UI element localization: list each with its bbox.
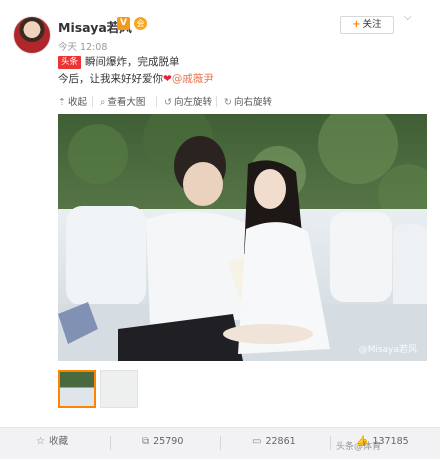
view-large-button[interactable]: ⌕ 查看大图 <box>100 94 145 108</box>
comment-button[interactable]: ▭ 22861 <box>252 428 296 459</box>
rotate-left-label: 向左旋转 <box>173 97 212 108</box>
divider <box>216 96 217 107</box>
post-photo[interactable]: @Misaya若风 <box>58 114 427 361</box>
media-toolbar: ⇡ 收起 ⌕ 查看大图 ↺ 向左旋转 ↻ 向右旋转 <box>58 94 428 112</box>
photo-illustration <box>58 114 427 361</box>
post-text-line-2: 今后，让我来好好爱你❤@戚薇尹 <box>58 71 214 86</box>
collapse-icon: ⇡ <box>58 97 66 108</box>
corner-watermark: 头条@体育 <box>336 442 382 452</box>
divider <box>330 436 331 450</box>
post-text-2: 今后，让我来好好爱你 <box>58 73 163 85</box>
favorite-button[interactable]: ☆ 收藏 <box>36 428 68 459</box>
photo-watermark: @Misaya若风 <box>358 345 417 355</box>
magnifier-icon: ⌕ <box>100 97 106 108</box>
chevron-down-icon[interactable]: ⌵ <box>404 12 412 23</box>
divider <box>92 96 93 107</box>
divider <box>220 436 221 450</box>
avatar[interactable] <box>13 16 51 54</box>
rotate-right-label: 向右旋转 <box>233 97 272 108</box>
heart-icon: ❤ <box>163 73 172 85</box>
thumbnail-1[interactable] <box>58 370 96 408</box>
comment-icon: ▭ <box>252 436 262 447</box>
post-timestamp[interactable]: 今天 12:08 <box>58 39 107 53</box>
rotate-right-button[interactable]: ↻ 向右旋转 <box>224 94 272 108</box>
post-text-1: 瞬间爆炸，完成脱单 <box>85 56 180 68</box>
rotate-left-icon: ↺ <box>164 97 172 108</box>
member-icon: 会 <box>134 17 147 30</box>
follow-label: 关注 <box>362 19 382 30</box>
comment-count: 22861 <box>265 436 296 447</box>
repost-count: 25790 <box>153 436 184 447</box>
favorite-label: 收藏 <box>48 436 68 447</box>
divider <box>156 96 157 107</box>
post-text-line-1: 头条 瞬间爆炸，完成脱单 <box>58 54 180 69</box>
repost-icon: ⧉ <box>142 436 150 447</box>
weibo-post-card: Misaya若风 V 会 今天 12:08 + 关注 ⌵ 头条 瞬间爆炸，完成脱单 … <box>0 0 440 459</box>
view-large-label: 查看大图 <box>107 97 146 108</box>
toutiao-tag[interactable]: 头条 <box>58 56 82 69</box>
star-icon: ☆ <box>36 436 45 447</box>
follow-button[interactable]: + 关注 <box>340 16 394 34</box>
collapse-button[interactable]: ⇡ 收起 <box>58 94 87 108</box>
divider <box>110 436 111 450</box>
verified-badge-icon: V <box>117 17 130 30</box>
mention-link[interactable]: @戚薇尹 <box>172 73 214 85</box>
repost-button[interactable]: ⧉ 25790 <box>142 428 183 459</box>
rotate-right-icon: ↻ <box>224 97 232 108</box>
thumbnail-2[interactable] <box>100 370 138 408</box>
collapse-label: 收起 <box>67 97 87 108</box>
rotate-left-button[interactable]: ↺ 向左旋转 <box>164 94 212 108</box>
action-bar: ☆ 收藏 ⧉ 25790 ▭ 22861 👍 137185 头条@体育 <box>0 427 440 459</box>
plus-icon: + <box>352 19 361 30</box>
